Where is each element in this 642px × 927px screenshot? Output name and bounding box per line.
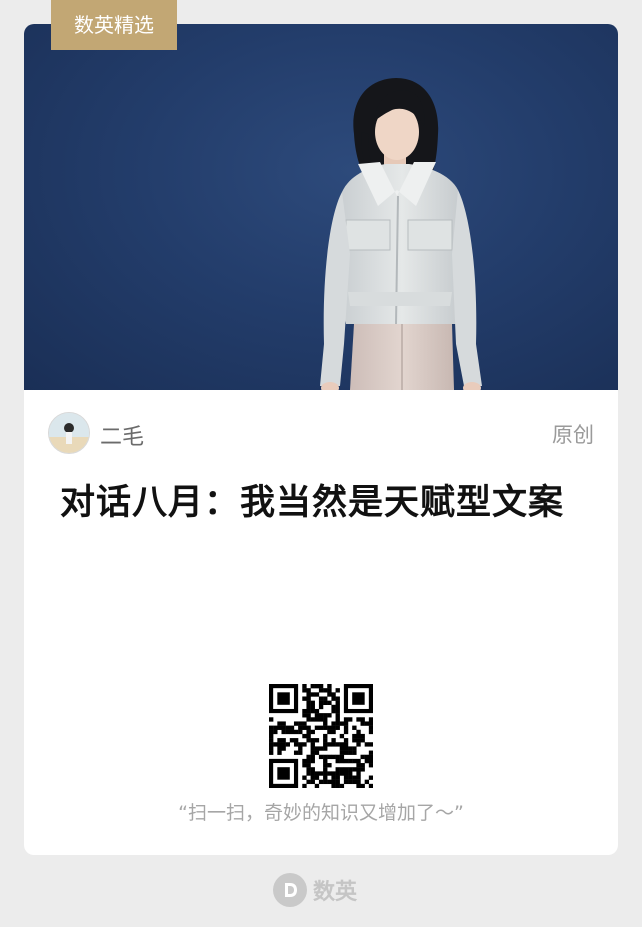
brand-name: 数英 [313,880,358,905]
author-avatar[interactable] [48,412,90,454]
author-name[interactable]: 二毛 [100,419,144,451]
featured-tag: 数英精选 [51,0,177,50]
cover-photo-illustration [320,78,482,390]
qr-caption: “扫一扫，奇妙的知识又增加了～” [178,802,464,824]
article-title[interactable]: 对话八月：我当然是天赋型文案 [60,478,586,528]
profile-photo-icon [49,413,89,453]
brand-logo-icon [273,873,307,907]
article-card[interactable]: 二毛 原创 对话八月：我当然是天赋型文案 “扫一扫，奇妙的知识又增加了～” [24,24,618,855]
footer-brand: 数英 [273,872,357,908]
original-badge: 原创 [552,423,594,447]
qr-code [269,684,374,789]
share-poster: 二毛 原创 对话八月：我当然是天赋型文案 “扫一扫，奇妙的知识又增加了～” 数英… [0,0,642,927]
cover-image [24,24,618,390]
qr-code-icon [269,684,374,789]
author-row: 二毛 原创 [48,412,594,454]
